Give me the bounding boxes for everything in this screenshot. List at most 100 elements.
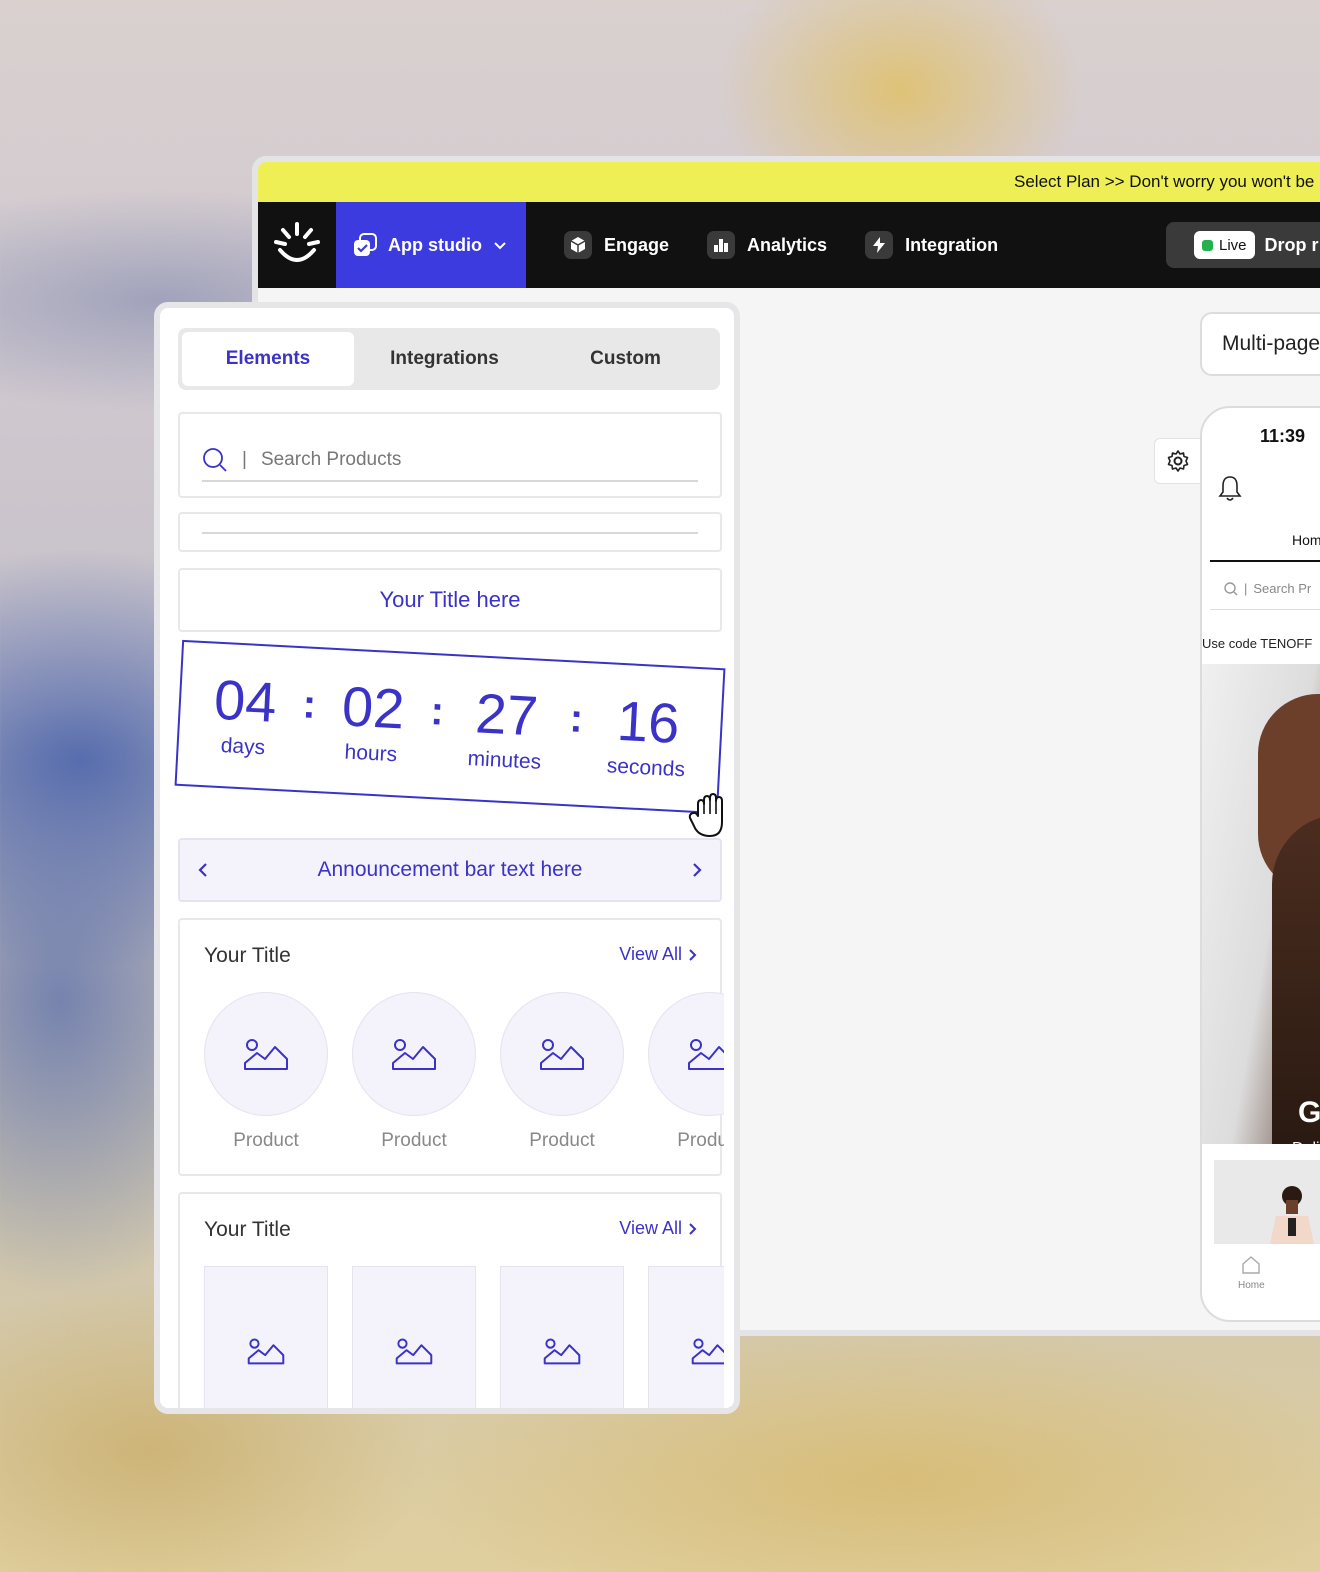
search-icon: [1224, 581, 1238, 595]
image-placeholder-icon: [204, 992, 328, 1116]
hero-subtext: Deli: [1292, 1140, 1320, 1157]
countdown-minutes-value: 27: [474, 681, 540, 748]
countdown-minutes: 27 minutes: [467, 681, 545, 775]
nav-integration-label: Integration: [905, 234, 999, 255]
phone-nav-home[interactable]: Home: [1238, 1254, 1265, 1291]
search-cursor-separator: |: [242, 449, 247, 470]
category-item[interactable]: Product: [204, 992, 328, 1152]
product-card-row: [204, 1266, 724, 1408]
tab-elements[interactable]: Elements: [182, 332, 354, 386]
view-all-label: View All: [619, 1218, 682, 1238]
category-label: Product: [381, 1130, 447, 1151]
grab-hand-icon: [688, 793, 723, 837]
nav-app-studio[interactable]: App studio: [336, 202, 526, 288]
multipage-selector[interactable]: Multi-page: [1200, 312, 1320, 376]
chevron-left-icon[interactable]: [196, 861, 210, 879]
hero-image-body: [1272, 814, 1320, 1144]
chevron-right-icon: [689, 1222, 697, 1235]
phone-status-time: 11:39: [1260, 426, 1306, 446]
category-item[interactable]: Product: [352, 992, 476, 1152]
live-toggle[interactable]: Live: [1194, 231, 1255, 259]
phone-product-thumbnail[interactable]: [1214, 1160, 1320, 1244]
bell-icon[interactable]: [1218, 474, 1242, 507]
phone-search-input[interactable]: | Search Pr: [1210, 568, 1320, 610]
live-toggle-group: Live Drop r: [1166, 222, 1320, 268]
drop-label[interactable]: Drop r: [1265, 235, 1319, 256]
countdown-colon: :: [568, 695, 585, 741]
nav-integration[interactable]: Integration: [865, 231, 998, 259]
divider-element[interactable]: [178, 512, 722, 552]
product-card[interactable]: [352, 1266, 476, 1408]
home-icon: [1242, 1256, 1261, 1274]
countdown-hours: 02 hours: [339, 674, 407, 767]
chevron-right-icon: [689, 948, 697, 961]
nav-engage-label: Engage: [604, 234, 670, 255]
divider-line: [202, 532, 698, 534]
view-all-link[interactable]: View All: [619, 1218, 698, 1239]
search-products-input[interactable]: | Search Products: [202, 440, 698, 482]
countdown-timer-element[interactable]: 04 days : 02 hours : 27 minutes : 16 sec…: [174, 639, 726, 815]
announcement-text: Announcement bar text here: [317, 858, 583, 881]
image-placeholder-icon: [691, 1338, 724, 1365]
gear-icon: [1167, 450, 1189, 472]
section-title: Your Title: [204, 944, 291, 967]
image-placeholder-icon: [500, 992, 624, 1116]
search-products-element[interactable]: | Search Products: [178, 412, 722, 498]
tab-custom[interactable]: Custom: [535, 332, 716, 386]
category-item[interactable]: Product: [648, 992, 724, 1152]
announcement-bar-element[interactable]: Announcement bar text here: [178, 838, 722, 902]
image-placeholder-icon: [352, 992, 476, 1116]
multipage-label: Multi-page: [1222, 332, 1320, 355]
countdown-seconds-value: 16: [615, 688, 682, 755]
category-label: Product: [677, 1130, 724, 1151]
section-title: Your Title: [204, 1218, 291, 1241]
promo-text[interactable]: Select Plan >> Don't worry you won't be: [1014, 172, 1314, 192]
product-grid-element[interactable]: Your Title View All: [178, 1192, 724, 1408]
phone-hero-banner[interactable]: G Deli: [1202, 664, 1320, 1157]
nav-engage[interactable]: Engage: [564, 231, 669, 259]
panel-tabs: Elements Integrations Custom: [178, 328, 720, 390]
title-element-text: Your Title here: [379, 587, 521, 612]
phone-search-placeholder: Search Pr: [1253, 581, 1312, 596]
promo-bar[interactable]: Select Plan >> Don't worry you won't be: [258, 162, 1320, 202]
category-list-element[interactable]: Your Title View All Product Product Prod…: [178, 918, 724, 1176]
title-element[interactable]: Your Title here: [178, 568, 722, 632]
brand-logo-icon: [274, 222, 320, 262]
view-all-link[interactable]: View All: [619, 944, 698, 965]
person-photo: [1270, 1186, 1314, 1244]
app-studio-icon: [354, 233, 377, 256]
preview-settings-button[interactable]: [1154, 438, 1202, 484]
live-status-dot: [1202, 239, 1213, 251]
image-placeholder-icon: [543, 1338, 581, 1365]
countdown-days-label: days: [220, 734, 266, 760]
tab-integrations[interactable]: Integrations: [354, 332, 535, 386]
countdown-hours-value: 02: [340, 674, 407, 741]
chevron-right-icon[interactable]: [690, 861, 704, 879]
product-card[interactable]: [204, 1266, 328, 1408]
elements-panel: Elements Integrations Custom | Search Pr…: [154, 302, 740, 1414]
phone-preview: 11:39 Hom | Search Pr Use code TENOFF G …: [1200, 406, 1320, 1322]
countdown-seconds: 16 seconds: [606, 688, 689, 782]
category-label: Product: [529, 1130, 595, 1151]
nav-analytics[interactable]: Analytics: [707, 231, 827, 259]
category-label: Product: [233, 1130, 299, 1151]
phone-tab-underline: [1210, 560, 1320, 562]
brand-logo[interactable]: [258, 202, 336, 288]
top-nav: App studio Engage Analytics Integration: [258, 202, 1320, 288]
countdown-days-value: 04: [212, 667, 279, 734]
cube-icon: [564, 231, 592, 259]
countdown-seconds-label: seconds: [606, 754, 686, 782]
nav-analytics-label: Analytics: [747, 234, 828, 255]
view-all-label: View All: [619, 944, 682, 964]
live-label: Live: [1219, 236, 1247, 254]
product-card[interactable]: [500, 1266, 624, 1408]
countdown-hours-label: hours: [344, 740, 398, 767]
search-placeholder: Search Products: [260, 449, 402, 470]
category-item[interactable]: Product: [500, 992, 624, 1152]
phone-nav-home-label: Home: [1238, 1280, 1265, 1291]
image-placeholder-icon: [247, 1338, 285, 1365]
product-card[interactable]: [648, 1266, 724, 1408]
bolt-icon: [865, 231, 894, 259]
image-placeholder-icon: [395, 1338, 433, 1365]
phone-tab-home[interactable]: Hom: [1292, 532, 1320, 548]
